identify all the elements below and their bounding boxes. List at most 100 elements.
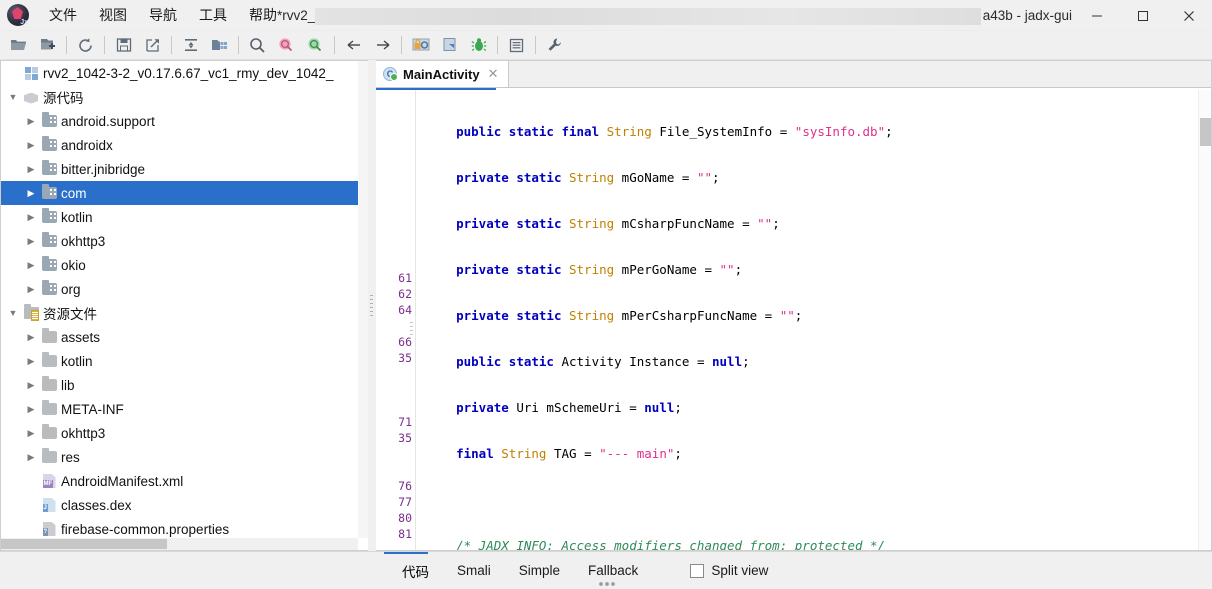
app-logo-icon [7,4,29,26]
tree-node-org[interactable]: ▶ org [1,277,358,301]
tree-root-node[interactable]: rvv2_1042-3-2_v0.17.6.67_vc1_rmy_dev_104… [1,61,358,85]
split-view-checkbox[interactable] [690,563,705,578]
chevron-right-icon[interactable]: ▶ [23,116,39,127]
preferences-icon[interactable] [540,33,569,58]
chevron-right-icon[interactable]: ▶ [23,284,39,295]
chevron-right-icon[interactable]: ▶ [23,356,39,367]
chevron-right-icon[interactable]: ▶ [23,380,39,391]
sync-icon[interactable] [176,33,205,58]
chevron-right-icon[interactable]: ▶ [23,236,39,247]
search-comment-icon[interactable] [301,33,330,58]
tree-node-bitter-jnibridge[interactable]: ▶ bitter.jnibridge [1,157,358,181]
chevron-right-icon[interactable]: ▶ [23,404,39,415]
line-number [376,382,416,398]
project-tree[interactable]: rvv2_1042-3-2_v0.17.6.67_vc1_rmy_dev_104… [1,61,358,538]
tree-node-assets[interactable]: ▶ assets [1,325,358,349]
bottom-tab-smali[interactable]: Smali [443,558,505,583]
chevron-down-icon[interactable]: ▼ [5,308,21,318]
search-class-icon[interactable] [272,33,301,58]
tree-node-res[interactable]: ▶ res [1,445,358,469]
tree-node-resources[interactable]: ▼ 资源文件 [1,301,358,325]
chevron-right-icon[interactable]: ▶ [23,140,39,151]
deobfuscation-icon[interactable] [406,33,435,58]
quark-icon[interactable] [435,33,464,58]
search-icon[interactable] [243,33,272,58]
tree-node-firebase-common[interactable]: ? firebase-common.properties [1,517,358,538]
editor-tab-mainactivity[interactable]: C MainActivity ✕ [376,61,510,87]
resource-folder-icon [21,304,41,321]
tree-node-android-manifest[interactable]: MF AndroidManifest.xml [1,469,358,493]
scrollbar-thumb[interactable] [1200,118,1211,146]
open-file-icon[interactable] [4,33,33,58]
splitter-grip[interactable] [370,294,373,317]
tree-node-okhttp3-res[interactable]: ▶ okhttp3 [1,421,358,445]
chevron-right-icon[interactable]: ▶ [23,188,39,199]
back-arrow-icon[interactable] [339,33,368,58]
chevron-right-icon[interactable]: ▶ [23,428,39,439]
tree-node-classes-dex[interactable]: J classes.dex [1,493,358,517]
tree-node-okio[interactable]: ▶ okio [1,253,358,277]
close-button[interactable] [1166,0,1212,31]
tree-horizontal-scrollbar[interactable] [1,538,358,550]
tree-node-android-support[interactable]: ▶ android.support [1,109,358,133]
folder-blue-icon [39,256,59,271]
tree-node-lib[interactable]: ▶ lib [1,373,358,397]
line-number [376,222,416,238]
code-line: private static String mPerGoName = ""; [456,262,743,277]
tree-node-androidx[interactable]: ▶ androidx [1,133,358,157]
forward-arrow-icon[interactable] [368,33,397,58]
code-line: private static String mCsharpFuncName = … [456,216,780,231]
folder-blue-icon [39,280,59,295]
chevron-right-icon[interactable]: ▶ [23,452,39,463]
add-files-icon[interactable] [33,33,62,58]
chevron-down-icon[interactable]: ▼ [5,92,21,102]
save-all-icon[interactable] [109,33,138,58]
menu-tools[interactable]: 工具 [188,3,238,27]
scrollbar-thumb[interactable] [1,539,167,549]
line-number: 64 [398,303,412,317]
menu-file[interactable]: 文件 [38,3,88,27]
folder-blue-icon [39,184,59,199]
main-toolbar [0,31,1212,60]
minimize-button[interactable] [1074,0,1120,31]
editor-tab-strip: C MainActivity ✕ [376,61,1211,88]
bottom-tab-fallback[interactable]: Fallback [574,558,652,583]
chevron-right-icon[interactable]: ▶ [23,212,39,223]
close-icon[interactable]: ✕ [486,66,501,82]
tree-node-source-code[interactable]: ▼ 源代码 [1,85,358,109]
line-number: 35 [398,351,412,365]
pane-splitter[interactable] [368,60,376,551]
reload-icon[interactable] [71,33,100,58]
chevron-right-icon[interactable]: ▶ [23,260,39,271]
line-number [376,174,416,190]
chevron-right-icon[interactable]: ▶ [23,164,39,175]
tree-node-kotlin-src[interactable]: ▶ kotlin [1,205,358,229]
flat-packages-icon[interactable] [205,33,234,58]
resize-handle-dots[interactable] [598,582,616,586]
editor-vertical-scrollbar[interactable] [1198,90,1211,550]
code-view[interactable]: 61 62 64 66 35 71 35 76 77 80 81 public … [376,90,1211,550]
bottom-tab-simple[interactable]: Simple [505,558,574,583]
bottom-bar: 代码 Smali Simple Fallback Split view [0,551,1212,589]
code-line: public static final String File_SystemIn… [456,124,893,139]
tree-node-kotlin-res[interactable]: ▶ kotlin [1,349,358,373]
tree-node-com[interactable]: ▶ com [1,181,358,205]
tree-node-okhttp3-src[interactable]: ▶ okhttp3 [1,229,358,253]
folder-blue-icon [39,136,59,151]
export-gradle-icon[interactable] [138,33,167,58]
code-text[interactable]: public static final String File_SystemIn… [416,90,1211,550]
code-fold-marker[interactable] [410,322,413,336]
toolbar-separator [401,36,402,54]
log-icon[interactable] [502,33,531,58]
chevron-right-icon[interactable]: ▶ [23,332,39,343]
bottom-tab-code[interactable]: 代码 [388,556,443,586]
split-view-toggle[interactable]: Split view [690,563,768,578]
menu-view[interactable]: 视图 [88,3,138,27]
debugger-icon[interactable] [464,33,493,58]
maximize-button[interactable] [1120,0,1166,31]
tree-node-meta-inf[interactable]: ▶ META-INF [1,397,358,421]
line-number [376,398,416,414]
window-title-redacted-region [315,8,981,25]
menu-navigation[interactable]: 导航 [138,3,188,27]
tree-vertical-scrollbar[interactable] [358,61,368,538]
